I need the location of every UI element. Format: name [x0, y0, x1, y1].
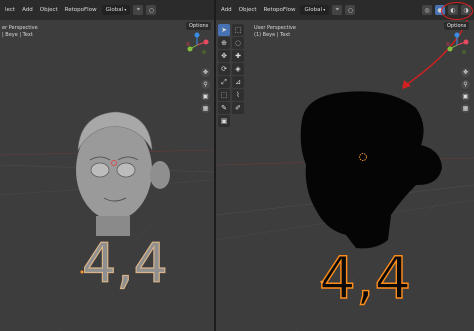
grid-icon[interactable]: ▦ [201, 104, 210, 113]
menu-object[interactable]: Object [237, 6, 259, 14]
transform-orientation-dropdown[interactable]: Global [300, 5, 330, 15]
options-dropdown[interactable]: Options [444, 22, 470, 30]
lasso-icon[interactable]: ◌ [232, 37, 244, 49]
move-view-icon[interactable]: ✥ [461, 68, 470, 77]
head-model [76, 111, 170, 236]
tool-shelf: ➤ ⊕ ✥ ⟳ ⤢ ⬚ ✎ ▣ [218, 24, 230, 127]
zoom-icon[interactable]: ⚲ [461, 80, 470, 89]
graph-icon[interactable]: ⌇ [232, 89, 244, 101]
view-perspective-label: er Perspective [2, 25, 38, 31]
move-icon[interactable]: ✥ [218, 50, 230, 62]
proportional-edit-icon[interactable]: ○ [345, 5, 356, 15]
annotate-icon[interactable]: ✎ [218, 102, 230, 114]
menu-object[interactable]: Object [38, 6, 60, 14]
rotate-icon[interactable]: ⟳ [218, 63, 230, 75]
shading-wireframe-icon[interactable]: ◎ [422, 5, 432, 15]
menu-add[interactable]: Add [219, 6, 234, 14]
menu-add[interactable]: Add [20, 6, 35, 14]
navigation-gizmo[interactable] [184, 32, 210, 58]
annotation-circle [441, 2, 473, 20]
menu-select[interactable]: lect [3, 6, 17, 14]
camera-icon[interactable]: ▣ [201, 92, 210, 101]
grab-icon[interactable]: ✚ [232, 50, 244, 62]
view-perspective-label: User Perspective [254, 25, 296, 31]
proportional-edit-icon[interactable]: ○ [146, 5, 157, 15]
active-collection-label: | Beye | Text [2, 32, 33, 38]
right-scene: 4,4 [216, 17, 474, 331]
grid-icon[interactable]: ▦ [461, 104, 470, 113]
transform-icon[interactable]: ⬚ [218, 89, 230, 101]
grease-pencil-icon[interactable]: ✐ [232, 102, 244, 114]
menu-retopoflow[interactable]: RetopoFlow [63, 6, 99, 14]
add-cube-icon[interactable]: ▣ [218, 115, 230, 127]
scale-icon[interactable]: ⤢ [218, 76, 230, 88]
box-select-icon[interactable]: ⬚ [232, 24, 244, 36]
zoom-icon[interactable]: ⚲ [201, 80, 210, 89]
move-view-icon[interactable]: ✥ [201, 68, 210, 77]
annotation-arrowhead [402, 80, 411, 89]
navigation-gizmo[interactable] [444, 32, 470, 58]
snap-target-icon[interactable]: ◈ [232, 63, 244, 75]
right-viewport[interactable]: 4,4 Add Object RetopoFlow Global ⌖ ○ ◎ ●… [216, 0, 474, 331]
active-collection-label: (1) Beye | Text [254, 32, 291, 38]
options-dropdown[interactable]: Options [186, 22, 212, 30]
text-object-right: 4,4 [319, 244, 411, 312]
right-header: Add Object RetopoFlow Global ⌖ ○ ◎ ● ◐ ◑ [216, 0, 474, 20]
transform-orientation-dropdown[interactable]: Global [101, 5, 131, 15]
text-object-left: 4,4 [82, 232, 168, 295]
tool-shelf-secondary: ⬚ ◌ ✚ ◈ ⊿ ⌇ ✐ [232, 24, 244, 114]
cursor-icon[interactable]: ⊕ [218, 37, 230, 49]
select-icon[interactable]: ➤ [218, 24, 230, 36]
head-silhouette [300, 91, 442, 249]
menu-retopoflow[interactable]: RetopoFlow [262, 6, 298, 14]
left-viewport[interactable]: 4,4 lect Add Object RetopoFlow Global ⌖ … [0, 0, 214, 331]
left-header: lect Add Object RetopoFlow Global ⌖ ○ [0, 0, 214, 20]
measure-icon[interactable]: ⊿ [232, 76, 244, 88]
snap-icon[interactable]: ⌖ [332, 5, 343, 15]
left-scene: 4,4 [0, 111, 214, 331]
camera-icon[interactable]: ▣ [461, 92, 470, 101]
snap-icon[interactable]: ⌖ [133, 5, 144, 15]
